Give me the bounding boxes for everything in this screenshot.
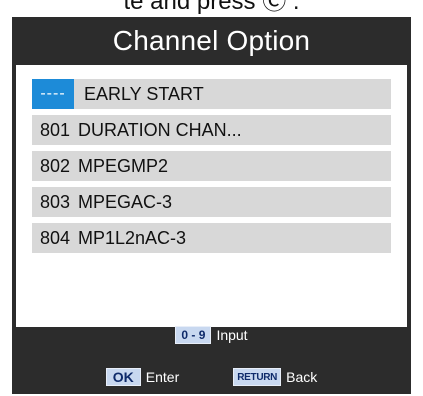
dialog-title: Channel Option [112, 25, 311, 56]
action-hints: OK Enter RETURN Back [12, 367, 411, 387]
channel-name: DURATION CHAN... [78, 119, 242, 140]
back-label: Back [286, 369, 318, 385]
enter-hint[interactable]: OK Enter [105, 368, 180, 386]
channel-name: MP1L2nAC-3 [78, 227, 187, 248]
channel-row-selected[interactable]: ---- EARLY START [32, 79, 391, 109]
channel-number: 804 [40, 227, 71, 248]
channel-number: 802 [40, 155, 71, 176]
channel-row[interactable]: 801 DURATION CHAN... [32, 115, 391, 145]
back-hint[interactable]: RETURN Back [233, 368, 317, 386]
channel-name: MPEGAC-3 [78, 191, 173, 212]
channel-name: EARLY START [84, 83, 204, 104]
channel-list: ---- EARLY START 801 DURATION CHAN... 80… [16, 65, 407, 327]
screen: te and press Ⓒ . Channel Option ---- EAR… [0, 0, 423, 396]
channel-row[interactable]: 802 MPEGMP2 [32, 151, 391, 181]
channel-number: 803 [40, 191, 71, 212]
channel-row[interactable]: 803 MPEGAC-3 [32, 187, 391, 217]
channel-number: 801 [40, 119, 71, 140]
input-hint-group: 0 - 9 Input [175, 326, 248, 344]
channel-name: MPEGMP2 [78, 155, 169, 176]
ok-key-icon: OK [105, 368, 141, 386]
enter-label: Enter [145, 369, 180, 385]
return-key-icon: RETURN [233, 368, 282, 386]
channel-row[interactable]: 804 MP1L2nAC-3 [32, 223, 391, 253]
instruction-caption: te and press Ⓒ . [123, 0, 300, 15]
input-hint-label: Input [216, 327, 248, 343]
number-keys-icon: 0 - 9 [175, 326, 212, 344]
input-hint: 0 - 9 Input [12, 325, 411, 345]
channel-number: ---- [32, 79, 74, 109]
channel-option-dialog: Channel Option ---- EARLY START 801 DURA… [12, 17, 411, 394]
